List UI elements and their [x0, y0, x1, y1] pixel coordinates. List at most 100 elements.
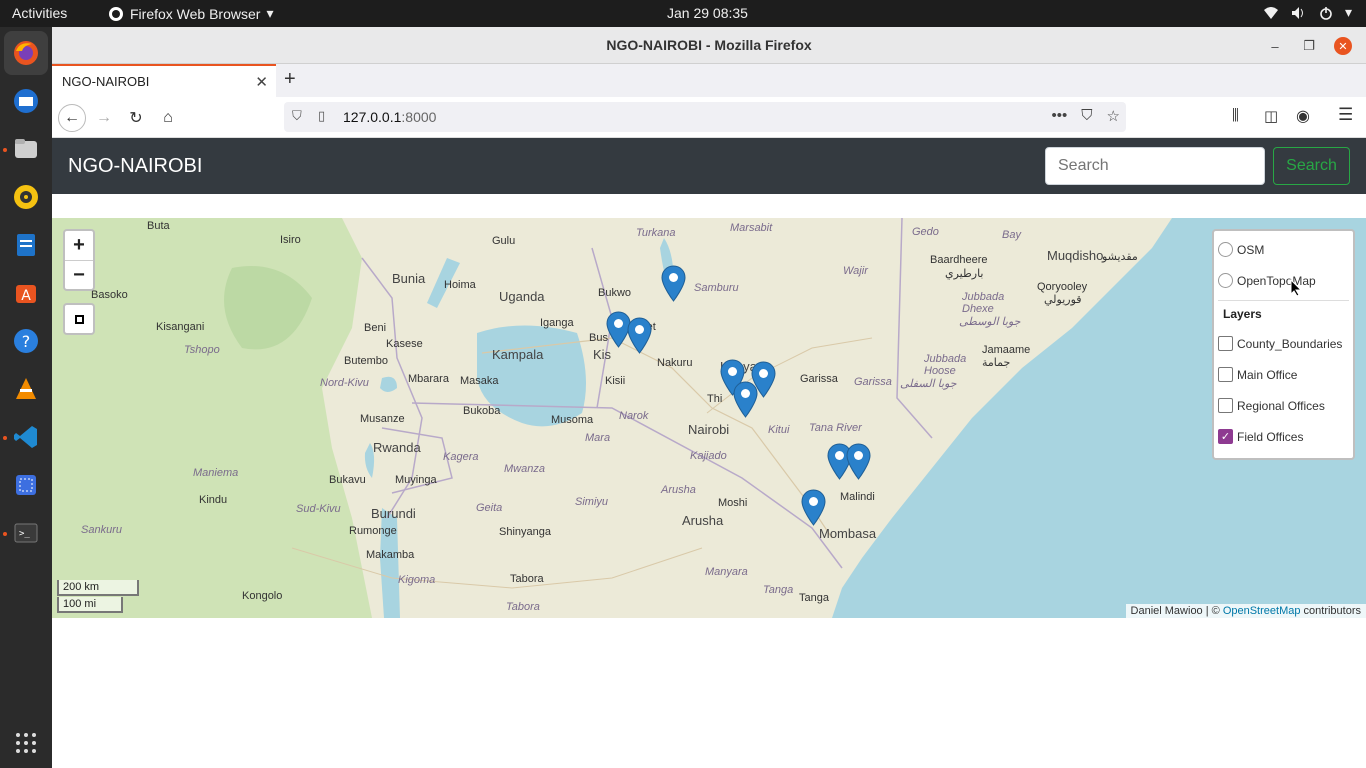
home-button[interactable]: ⌂ — [154, 104, 182, 132]
field-office-marker[interactable] — [846, 443, 871, 480]
search-button[interactable]: Search — [1273, 147, 1350, 185]
layer-label: County_Boundaries — [1237, 336, 1343, 351]
county-boundaries-checkbox[interactable] — [1218, 336, 1233, 351]
help-icon: ? — [14, 329, 38, 353]
opentopomap-radio[interactable] — [1218, 273, 1233, 288]
field-office-marker[interactable] — [801, 489, 826, 526]
pocket-icon[interactable]: ⛉ — [1081, 107, 1092, 125]
site-brand[interactable]: NGO-NAIROBI — [68, 155, 202, 178]
map-label: Dhexe — [962, 303, 994, 315]
svg-text:?: ? — [22, 332, 31, 351]
reload-button[interactable]: ↻ — [122, 104, 150, 132]
url-bar[interactable]: ⛉ ▯ 127.0.0.1:8000 ••• ⛉ ☆ — [284, 102, 1126, 132]
map-label: Narok — [619, 410, 649, 422]
map-label: Rwanda — [373, 440, 421, 455]
map-label: Nord-Kivu — [320, 377, 369, 389]
layer-county-boundaries[interactable]: County_Boundaries — [1218, 336, 1342, 351]
map-label: Shinyanga — [499, 526, 551, 538]
square-icon — [74, 314, 84, 324]
arrow-left-icon: ← — [64, 109, 80, 126]
tab-ngo-nairobi[interactable]: NGO-NAIROBI ✕ — [52, 64, 276, 97]
basemap-label: OSM — [1237, 242, 1265, 257]
new-tab-button[interactable]: + — [284, 68, 296, 91]
scale-bar-mi: 100 mi — [57, 597, 123, 613]
zoom-in-button[interactable]: + — [65, 231, 93, 260]
app-grid-icon — [16, 733, 36, 753]
attribution-suffix: contributors — [1300, 605, 1361, 617]
layer-label: Regional Offices — [1237, 398, 1325, 413]
map-label: Arusha — [661, 484, 696, 496]
map-label: جمامة — [982, 357, 1011, 369]
map-label: Mbarara — [408, 373, 449, 385]
software-icon: A — [16, 285, 36, 304]
close-icon: ✕ — [1334, 37, 1352, 55]
system-tray[interactable]: ▾ — [1263, 4, 1352, 21]
close-tab-icon[interactable]: ✕ — [255, 73, 268, 91]
more-actions-icon[interactable]: ••• — [1052, 107, 1068, 125]
show-apps-button[interactable] — [4, 721, 48, 765]
account-icon[interactable]: ◉ — [1296, 106, 1310, 126]
layer-regional-offices[interactable]: Regional Offices — [1218, 398, 1325, 413]
checkmark-icon: ✓ — [1220, 431, 1231, 443]
regional-offices-checkbox[interactable] — [1218, 398, 1233, 413]
dock-firefox[interactable] — [4, 31, 48, 75]
rhythmbox-icon — [14, 185, 38, 209]
osm-link[interactable]: OpenStreetMap — [1223, 605, 1301, 617]
map-label: Burundi — [371, 506, 416, 521]
field-office-marker[interactable] — [661, 265, 686, 302]
folder-icon — [15, 139, 37, 158]
search-input[interactable] — [1045, 147, 1265, 185]
map-label: Mombasa — [819, 526, 877, 541]
dock-terminal[interactable]: >_ — [4, 511, 48, 555]
dock-help[interactable]: ? — [4, 319, 48, 363]
main-office-checkbox[interactable] — [1218, 367, 1233, 382]
map-label: Kajiado — [690, 450, 727, 462]
field-offices-checkbox[interactable]: ✓ — [1218, 429, 1233, 444]
minimize-button[interactable]: – — [1258, 35, 1292, 57]
sidebar-icon[interactable]: ◫ — [1264, 107, 1278, 125]
map-view[interactable]: Buta Isiro Gulu Turkana Marsabit Gedo Ba… — [52, 218, 1366, 618]
map-label: Bukavu — [329, 474, 366, 486]
map-label: قوريولي — [1044, 294, 1082, 306]
map-label: Mara — [585, 432, 611, 444]
zoom-out-button[interactable]: − — [65, 260, 93, 289]
shield-icon[interactable]: ⛉ — [292, 108, 302, 124]
clock[interactable]: Jan 29 08:35 — [667, 5, 748, 21]
map-label: Arusha — [682, 513, 724, 528]
map-label: Makamba — [366, 549, 415, 561]
system-top-bar: Activities Firefox Web Browser ▾ Jan 29 … — [0, 0, 1366, 27]
map-label: Wajir — [843, 265, 868, 277]
close-window-button[interactable]: ✕ — [1326, 35, 1360, 57]
dock-vlc[interactable] — [4, 367, 48, 411]
extent-button[interactable] — [63, 303, 95, 335]
volume-icon — [1291, 6, 1303, 19]
basemap-osm[interactable]: OSM — [1218, 242, 1264, 257]
back-button[interactable]: ← — [58, 104, 86, 132]
firefox-icon — [14, 41, 38, 65]
dock-writer[interactable] — [4, 223, 48, 267]
dock-thunderbird[interactable] — [4, 79, 48, 123]
dock-rhythmbox[interactable] — [4, 175, 48, 219]
map-label: Manyara — [705, 566, 748, 578]
dock-screenshot[interactable] — [4, 463, 48, 507]
map-label: Iganga — [540, 317, 574, 329]
layer-field-offices[interactable]: ✓ Field Offices — [1218, 429, 1303, 444]
dock-software[interactable]: A — [4, 271, 48, 315]
hamburger-menu-icon[interactable]: ☰ — [1338, 105, 1353, 125]
dock-files[interactable] — [4, 127, 48, 171]
maximize-button[interactable]: ❐ — [1292, 35, 1326, 57]
bookmark-star-icon[interactable]: ☆ — [1107, 107, 1120, 125]
library-icon[interactable]: ⫼ — [1232, 107, 1239, 124]
attribution-author: Daniel Mawioo | © — [1130, 605, 1223, 617]
osm-radio[interactable] — [1218, 242, 1233, 257]
forward-button[interactable]: → — [90, 104, 118, 132]
layer-main-office[interactable]: Main Office — [1218, 367, 1297, 382]
field-office-marker[interactable] — [733, 381, 758, 418]
map-label: Musanze — [360, 413, 405, 425]
dock-vscode[interactable] — [4, 415, 48, 459]
field-office-marker[interactable] — [627, 317, 652, 354]
activities-button[interactable]: Activities — [12, 5, 67, 21]
app-menu[interactable]: Firefox Web Browser ▾ — [108, 5, 273, 22]
site-navbar: NGO-NAIROBI Search — [52, 138, 1366, 194]
map-label: Tanga — [799, 592, 829, 604]
